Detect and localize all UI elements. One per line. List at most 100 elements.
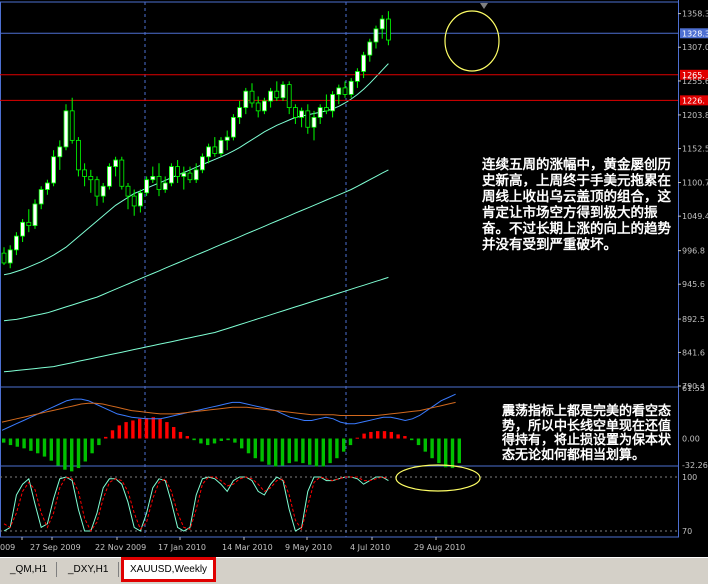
candle-body	[13, 235, 19, 251]
candle-body	[280, 84, 286, 99]
tab-separator	[56, 562, 57, 577]
candle-body	[286, 84, 292, 108]
histogram-bar	[410, 438, 414, 441]
histogram-bar	[138, 418, 142, 439]
candle-body	[57, 146, 63, 158]
candle-body	[379, 18, 385, 30]
price-tick-label: 945.6	[682, 280, 705, 289]
tab-xauusd-weekly[interactable]: XAUUSD,Weekly	[121, 557, 217, 582]
histogram-bar	[90, 438, 94, 454]
candle-body	[7, 249, 13, 264]
histogram-bar	[8, 438, 13, 446]
chart-tab-bar: _QM,H1 _DXY,H1 XAUUSD,Weekly	[0, 557, 708, 584]
candle-body	[373, 28, 379, 43]
price-tick-label: 1152.5	[682, 145, 708, 154]
candle-body	[212, 146, 218, 154]
candle-body	[336, 87, 342, 95]
histogram-bar	[348, 438, 353, 446]
candle-body	[323, 107, 329, 112]
histogram-bar	[151, 417, 155, 439]
histogram-bar	[260, 438, 264, 462]
candle-body	[193, 169, 199, 181]
price-tick-label: 841.6	[682, 348, 705, 357]
candle-body	[292, 107, 298, 118]
histogram-bar	[2, 438, 6, 443]
candle-body	[107, 166, 112, 187]
candle-body	[199, 156, 205, 171]
time-tick-label: 14 Mar 2010	[222, 543, 273, 552]
histogram-bar	[36, 438, 40, 454]
current-price-label: 1328.3	[682, 29, 708, 38]
candle-body	[113, 159, 118, 167]
histogram-bar	[110, 430, 115, 439]
histogram-bar	[117, 425, 121, 439]
time-tick-label: 29 Aug 2010	[414, 543, 465, 552]
price-tick-label: 1358.3	[682, 10, 708, 19]
candle-body	[26, 221, 32, 227]
candle-body	[237, 107, 243, 118]
histogram-bar	[192, 438, 196, 441]
histogram-bar	[369, 431, 373, 439]
oscillator-annotation: 震荡指标上都是完美的看空态势，所以中长线空单现在还值得持有，将止损设置为保本状态…	[502, 404, 672, 463]
candle-body	[1, 252, 7, 264]
candle-body	[82, 169, 87, 177]
oscillator-tick-label: -32.26	[682, 461, 708, 470]
price-tick-label: 996.8	[682, 247, 705, 256]
price-tick-label: 1307.0	[682, 43, 708, 52]
histogram-bar	[104, 436, 108, 439]
tab-separator	[118, 562, 119, 577]
candle-body	[156, 176, 162, 190]
histogram-bar	[29, 438, 33, 451]
histogram-bar	[294, 438, 298, 462]
main-annotation: 连续五周的涨幅中，黄金屡创历史新高，上周终于手美元拖累在周线上收出乌云盖顶的组合…	[482, 157, 671, 253]
candle-body	[255, 102, 261, 112]
candle-body	[187, 172, 193, 181]
candle-body	[150, 176, 156, 181]
time-tick-label: 27 Sep 2009	[30, 543, 81, 552]
histogram-bar	[15, 438, 19, 447]
histogram-bar	[308, 438, 312, 465]
candle-body	[206, 146, 212, 158]
histogram-bar	[362, 433, 366, 439]
oscillator-tick-label: 0.00	[682, 435, 700, 444]
candle-body	[367, 41, 373, 56]
candle-body	[38, 189, 44, 205]
histogram-bar	[56, 438, 60, 466]
candle-body	[100, 185, 106, 197]
candle-body	[224, 136, 230, 141]
candle-body	[69, 110, 75, 141]
histogram-bar	[70, 438, 74, 472]
candle-body	[342, 87, 348, 95]
histogram-bar	[63, 438, 67, 470]
histogram-bar	[267, 438, 271, 465]
histogram-bar	[355, 437, 359, 439]
histogram-bar	[83, 438, 87, 462]
histogram-bar	[382, 431, 387, 439]
chart-area[interactable]: 1265.1226. 61.530.00-32.26 10070 1358.31…	[0, 0, 708, 584]
histogram-bar	[321, 438, 325, 467]
tab-qm-h1[interactable]: _QM,H1	[4, 560, 53, 579]
histogram-bar	[430, 438, 434, 459]
histogram-bar	[233, 438, 237, 443]
candle-body	[249, 90, 255, 104]
tab-dxy-h1[interactable]: _DXY,H1	[62, 560, 114, 579]
histogram-bar	[287, 438, 291, 464]
price-tick-label: 790.4	[682, 382, 705, 391]
time-tick-label: 17 Jan 2010	[158, 543, 206, 552]
histogram-bar	[76, 438, 81, 469]
candle-body	[348, 80, 354, 95]
histogram-bar	[335, 438, 339, 459]
histogram-bar	[403, 436, 407, 439]
histogram-bar	[97, 438, 101, 446]
price-tick-label: 1049.4	[682, 212, 708, 221]
histogram-bar	[124, 422, 128, 439]
histogram-bar	[219, 438, 223, 441]
histogram-bar	[274, 438, 278, 467]
histogram-bar	[144, 417, 149, 439]
time-tick-label: 009	[0, 543, 15, 552]
candle-body	[32, 203, 38, 227]
histogram-bar	[314, 438, 319, 467]
candle-body	[144, 179, 150, 194]
histogram-bar	[240, 438, 244, 449]
histogram-bar	[457, 438, 461, 464]
